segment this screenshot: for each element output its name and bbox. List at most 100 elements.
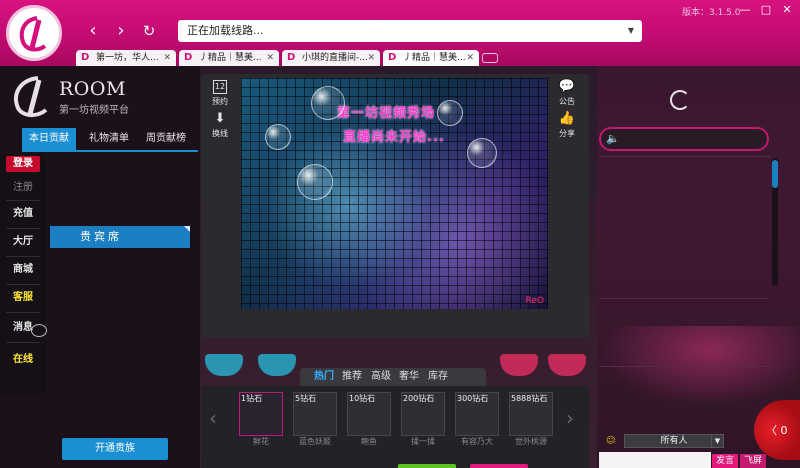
- chat-target-select[interactable]: 所有人 ▼: [624, 434, 724, 448]
- tab-weekly-ranking[interactable]: 周贡献榜: [138, 128, 194, 150]
- announcement-label: 公告: [559, 97, 575, 106]
- address-bar[interactable]: 正在加载线路... ▼: [178, 20, 642, 42]
- arrow-down-icon: ⬇: [214, 111, 226, 126]
- stage-light-left-1: [205, 354, 243, 376]
- chat-target-value: 所有人: [660, 436, 688, 446]
- stage-light-right-2: [548, 354, 586, 376]
- thumbs-up-icon: 👍: [558, 111, 576, 126]
- close-button[interactable]: ✕: [780, 3, 794, 17]
- watermark-label: ReO: [525, 296, 544, 306]
- login-button[interactable]: 登录: [6, 156, 40, 172]
- gift-tab-hot[interactable]: 热门: [314, 370, 334, 384]
- send-message-button[interactable]: 发言: [712, 454, 738, 468]
- register-button[interactable]: 注册: [6, 180, 40, 196]
- customer-service-button[interactable]: 客服: [6, 290, 40, 306]
- online-button[interactable]: 在线: [6, 352, 40, 368]
- gift-name: 蓝色妖姬: [299, 437, 331, 446]
- refresh-button[interactable]: ↻: [138, 20, 160, 42]
- gift-price: 200钻石: [403, 394, 435, 403]
- tab-label: 丿精品｜慧美...: [199, 53, 262, 63]
- gift-name: 世外桃源: [515, 437, 547, 446]
- tab-close-icon[interactable]: ✕: [163, 50, 171, 66]
- new-tab-button[interactable]: [482, 53, 498, 63]
- tab-1[interactable]: D 第一坊，华人... ✕: [76, 50, 176, 66]
- room-page: ROOM 第一坊视频平台 本日贡献 礼物清单 周贡献榜 登录 注册 充值 大厅 …: [0, 66, 800, 468]
- tab-favicon-icon: D: [287, 52, 296, 63]
- float-panel-label: 〈 0: [766, 424, 788, 437]
- speaker-icon[interactable]: 🔈: [606, 132, 620, 145]
- gift-tab-recommended[interactable]: 推荐: [342, 370, 362, 384]
- gift-price: 5888钻石: [511, 394, 548, 403]
- left-panel: ROOM 第一坊视频平台 本日贡献 礼物清单 周贡献榜 登录 注册 充值 大厅 …: [0, 66, 200, 468]
- video-title: 第一坊视频秀场: [337, 106, 436, 121]
- stage-light-left-2: [258, 354, 296, 376]
- tab-underline: [22, 150, 198, 152]
- bubble-icon: [437, 100, 463, 126]
- video-status: 直播尚未开始...: [343, 130, 445, 145]
- gift-price: 1钻石: [241, 394, 263, 403]
- vip-section-label: 贵宾席: [80, 230, 122, 243]
- shop-button[interactable]: 商城: [6, 262, 40, 278]
- video-player[interactable]: 第一坊视频秀场 直播尚未开始... ReO: [241, 78, 548, 309]
- announcement-button[interactable]: 💬 公告: [554, 80, 580, 107]
- divider: [6, 256, 40, 257]
- divider: [6, 228, 40, 229]
- maximize-button[interactable]: □: [759, 3, 773, 17]
- back-button[interactable]: ‹: [82, 20, 104, 42]
- tab-2[interactable]: D 丿精品｜慧美... ✕: [179, 50, 279, 66]
- corner-fold-icon: [184, 226, 190, 232]
- speech-bubble-icon: 💬: [558, 79, 576, 94]
- logo-glyph-icon: [19, 16, 47, 52]
- gift-name: 鲍鱼: [361, 437, 377, 446]
- chevron-left-icon[interactable]: ‹: [209, 406, 217, 430]
- tab-gift-list[interactable]: 礼物清单: [82, 128, 136, 150]
- emoji-icon[interactable]: ☺: [606, 436, 615, 446]
- divider: [6, 284, 40, 285]
- gift-tab-advanced[interactable]: 高级: [371, 370, 391, 384]
- open-nobility-button[interactable]: 开通贵族: [62, 438, 168, 460]
- tab-close-icon[interactable]: ✕: [367, 50, 375, 66]
- tab-daily-contribution[interactable]: 本日贡献: [22, 128, 76, 150]
- gift-price: 300钻石: [457, 394, 489, 403]
- share-button[interactable]: 👍 分享: [554, 112, 580, 139]
- browser-titlebar: ‹ › ↻ 正在加载线路... ▼ 版本：3.1.5.0 — □ ✕ D 第一坊…: [0, 0, 800, 66]
- tab-favicon-icon: D: [184, 52, 193, 63]
- gift-price: 5钻石: [295, 394, 317, 403]
- vip-section-header[interactable]: 贵宾席: [50, 226, 190, 248]
- divider: [599, 298, 769, 299]
- tab-3[interactable]: D 小琪的直播间-... ✕: [282, 50, 380, 66]
- minimize-button[interactable]: —: [738, 3, 752, 17]
- lobby-button[interactable]: 大厅: [6, 234, 40, 250]
- green-action-button[interactable]: [398, 464, 456, 468]
- fly-screen-button[interactable]: 飞屏: [740, 454, 766, 468]
- chat-messages[interactable]: [599, 156, 771, 426]
- share-label: 分享: [559, 129, 575, 138]
- recharge-button[interactable]: 充值: [6, 206, 40, 222]
- tab-close-icon[interactable]: ✕: [466, 50, 474, 66]
- tab-4-active[interactable]: D 丿精品｜慧美... ✕: [383, 50, 479, 66]
- address-text: 正在加载线路...: [187, 24, 264, 37]
- app-logo: [6, 5, 62, 61]
- bubble-icon: [265, 124, 291, 150]
- gift-name: 揉一揉: [411, 437, 435, 446]
- chat-input[interactable]: [599, 452, 711, 468]
- tab-label: 丿精品｜慧美...: [403, 53, 466, 63]
- switch-line-label: 换线: [212, 129, 228, 138]
- version-label: 版本：3.1.5.0: [682, 8, 741, 18]
- forward-button[interactable]: ›: [110, 20, 132, 42]
- gift-tab-luxury[interactable]: 奢华: [399, 370, 419, 384]
- bubble-icon: [297, 164, 333, 200]
- chat-scrollbar-thumb[interactable]: [772, 160, 778, 188]
- tab-favicon-icon: D: [388, 52, 397, 63]
- tab-close-icon[interactable]: ✕: [266, 50, 274, 66]
- pink-action-button[interactable]: [470, 464, 528, 468]
- appointment-button[interactable]: 12 预约: [207, 80, 233, 107]
- chevron-down-icon[interactable]: ▼: [628, 20, 634, 42]
- chevron-right-icon[interactable]: ›: [566, 406, 574, 430]
- side-menu: 登录 注册 充值 大厅 商城 客服 消息 在线: [0, 154, 46, 394]
- divider: [6, 342, 40, 343]
- chat-bubble-icon[interactable]: [31, 324, 47, 337]
- tab-favicon-icon: D: [81, 52, 90, 63]
- switch-line-button[interactable]: ⬇ 换线: [207, 112, 233, 139]
- gift-tab-inventory[interactable]: 库存: [428, 370, 448, 384]
